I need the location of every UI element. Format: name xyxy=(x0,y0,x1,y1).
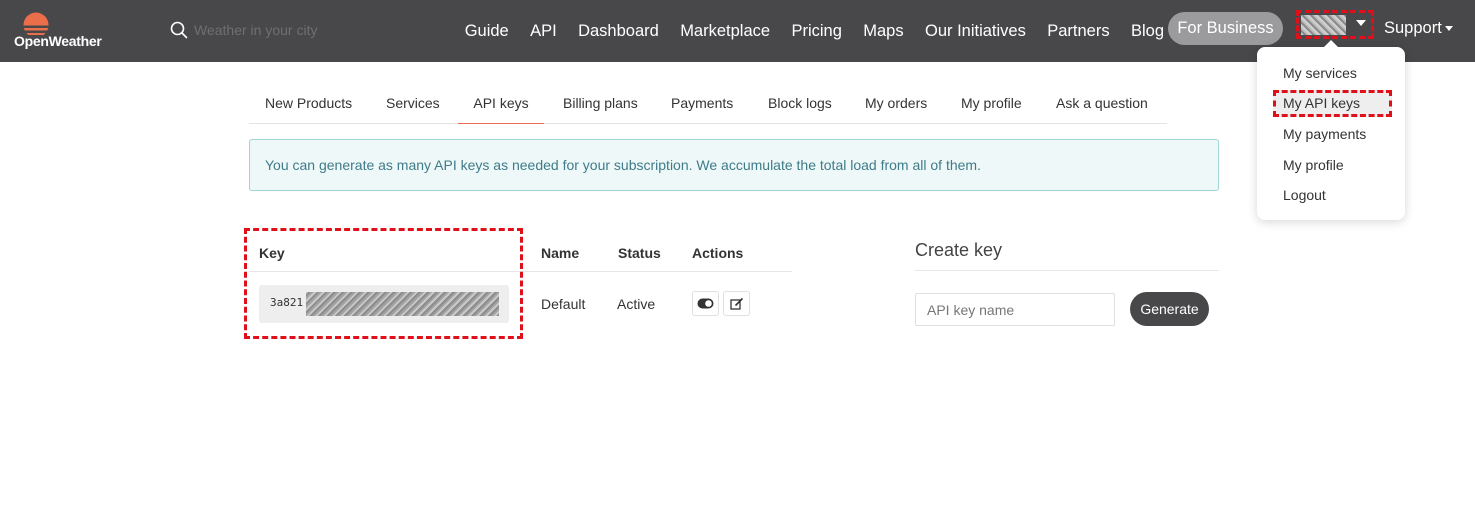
tab-my-profile[interactable]: My profile xyxy=(961,84,1022,124)
column-header-status: Status xyxy=(618,245,661,261)
nav-api[interactable]: API xyxy=(519,22,567,41)
create-key-divider xyxy=(915,270,1219,271)
key-highlight-annotation-box xyxy=(244,228,523,339)
tab-block-logs[interactable]: Block logs xyxy=(768,84,832,124)
api-key-name-input[interactable] xyxy=(915,293,1115,326)
key-status-cell: Active xyxy=(617,296,656,312)
nav-partners[interactable]: Partners xyxy=(1037,22,1121,41)
menu-item-my-payments[interactable]: My payments xyxy=(1283,126,1366,142)
column-header-name: Name xyxy=(541,245,580,261)
edit-key-button[interactable] xyxy=(723,291,750,316)
column-header-actions: Actions xyxy=(692,245,744,261)
user-name-redacted xyxy=(1301,15,1346,35)
tab-billing-plans[interactable]: Billing plans xyxy=(563,84,638,124)
menu-item-my-profile[interactable]: My profile xyxy=(1283,157,1344,173)
search-icon[interactable] xyxy=(170,21,188,39)
tab-services[interactable]: Services xyxy=(386,84,440,124)
tab-my-orders[interactable]: My orders xyxy=(865,84,927,124)
top-navbar: OpenWeather Guide API Dashboard Marketpl… xyxy=(0,0,1475,62)
key-name-cell: Default xyxy=(541,296,586,312)
support-label: Support xyxy=(1384,19,1442,37)
openweather-logo[interactable]: OpenWeather xyxy=(12,9,112,51)
tab-api-keys[interactable]: API keys xyxy=(458,84,544,124)
nav-pricing[interactable]: Pricing xyxy=(781,22,853,41)
for-business-button[interactable]: For Business xyxy=(1168,12,1283,45)
nav-guide[interactable]: Guide xyxy=(454,22,519,41)
nav-blog[interactable]: Blog xyxy=(1120,22,1174,41)
toggle-icon xyxy=(697,298,714,309)
user-menu-toggle[interactable] xyxy=(1296,10,1374,39)
logo-text: OpenWeather xyxy=(14,33,102,49)
info-alert: You can generate as many API keys as nee… xyxy=(249,139,1219,191)
main-nav: Guide API Dashboard Marketplace Pricing … xyxy=(454,0,1175,62)
nav-our-initiatives[interactable]: Our Initiatives xyxy=(914,22,1036,41)
search-input[interactable] xyxy=(194,18,390,42)
caret-down-icon xyxy=(1444,26,1453,31)
generate-button[interactable]: Generate xyxy=(1130,292,1209,326)
tab-payments[interactable]: Payments xyxy=(671,84,733,124)
search-box xyxy=(170,18,390,42)
menu-item-my-api-keys[interactable]: My API keys xyxy=(1283,95,1360,111)
nav-dashboard[interactable]: Dashboard xyxy=(567,22,669,41)
nav-marketplace[interactable]: Marketplace xyxy=(670,22,781,41)
create-key-title: Create key xyxy=(915,240,1003,260)
nav-maps[interactable]: Maps xyxy=(853,22,915,41)
menu-item-my-services[interactable]: My services xyxy=(1283,65,1357,81)
dropdown-arrow xyxy=(1323,40,1339,48)
chevron-down-icon xyxy=(1356,20,1366,26)
tab-ask-a-question[interactable]: Ask a question xyxy=(1056,84,1148,124)
edit-icon xyxy=(729,297,743,310)
toggle-key-button[interactable] xyxy=(692,291,719,316)
tab-new-products[interactable]: New Products xyxy=(265,84,352,124)
account-tabs: New Products Services API keys Billing p… xyxy=(249,84,1167,124)
user-dropdown-menu: My services My API keys My payments My p… xyxy=(1257,40,1405,220)
menu-item-logout[interactable]: Logout xyxy=(1283,187,1326,203)
